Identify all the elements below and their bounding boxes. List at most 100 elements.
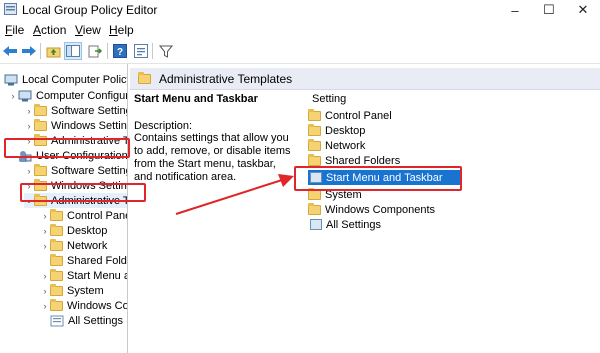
folder-icon: [34, 193, 47, 206]
chevron-right-icon[interactable]: ›: [24, 181, 34, 191]
menu-action[interactable]: Action: [33, 23, 66, 37]
settings-list-label: Control Panel: [325, 109, 392, 122]
tree-item[interactable]: ⌄ Administrative Te: [24, 193, 128, 208]
chevron-right-icon[interactable]: ›: [40, 241, 50, 251]
folder-icon: [308, 153, 321, 166]
tree-item[interactable]: › Computer Configura: [8, 88, 128, 103]
details-header-title: Administrative Templates: [159, 71, 293, 86]
close-button[interactable]: ✕: [566, 0, 600, 20]
settings-list-label: Start Menu and Taskbar: [326, 171, 443, 184]
tree-item[interactable]: Local Computer Policy: [4, 72, 127, 87]
setting-column-header[interactable]: Setting: [312, 93, 346, 105]
tree-item-label: Start Menu ar: [67, 269, 128, 282]
tree-item[interactable]: › Start Menu ar: [40, 268, 128, 283]
folder-icon: [34, 163, 47, 176]
folder-icon: [34, 178, 47, 191]
chevron-right-icon[interactable]: ›: [40, 271, 50, 281]
description-text: Contains settings that allow you to add,…: [134, 132, 291, 183]
tree-item[interactable]: › Software Settings: [24, 103, 127, 118]
tree-item-label: All Settings: [68, 314, 124, 327]
tree-item[interactable]: ⌄ User Configuration: [8, 148, 127, 163]
minimize-button[interactable]: –: [498, 0, 532, 20]
folder-icon: [50, 268, 63, 281]
chevron-right-icon[interactable]: ›: [24, 136, 34, 146]
tree-item[interactable]: › Desktop: [40, 223, 107, 238]
menu-file[interactable]: File: [5, 23, 24, 37]
tree-item[interactable]: › Software Settings: [24, 163, 127, 178]
settings-icon: [310, 219, 322, 230]
settings-list-item[interactable]: Control Panel: [308, 108, 392, 123]
folder-icon: [308, 138, 321, 151]
properties-icon[interactable]: [132, 42, 150, 60]
policy-icon: [310, 172, 322, 183]
tree-item[interactable]: › Windows Setting: [24, 118, 127, 133]
back-arrow-icon[interactable]: [1, 42, 19, 60]
settings-list-label: Network: [325, 139, 366, 152]
settings-icon: [50, 315, 64, 326]
chevron-right-icon[interactable]: ›: [40, 211, 50, 221]
folder-icon: [50, 223, 63, 236]
tree-item[interactable]: › System: [40, 283, 104, 298]
tree-item-label: Control Panel: [67, 209, 128, 222]
title-bar: Local Group Policy Editor – ☐ ✕: [0, 0, 600, 20]
settings-list-item[interactable]: System: [308, 187, 362, 202]
tree-item-label: Administrative Te: [51, 134, 128, 147]
folder-icon: [308, 123, 321, 136]
filter-icon[interactable]: [157, 42, 175, 60]
chevron-right-icon[interactable]: ›: [40, 286, 50, 296]
window-title: Local Group Policy Editor: [22, 3, 158, 17]
folder-icon: [50, 283, 63, 296]
tree-item[interactable]: › Windows Setting: [24, 178, 128, 193]
folder-icon: [138, 71, 151, 84]
tree-item[interactable]: Shared Folder: [40, 253, 127, 268]
tree-item-label: Computer Configura: [36, 89, 128, 102]
group-policy-app-icon: [4, 3, 17, 15]
description-title: Start Menu and Taskbar: [134, 93, 258, 105]
menu-view[interactable]: View: [75, 23, 101, 37]
chevron-right-icon[interactable]: ›: [8, 91, 18, 101]
chevron-right-icon[interactable]: ›: [40, 301, 50, 311]
tree-item-label: Windows Cor: [67, 299, 128, 312]
settings-list-item[interactable]: Start Menu and Taskbar: [308, 170, 460, 185]
settings-list-item[interactable]: Shared Folders: [308, 153, 400, 168]
forward-arrow-icon[interactable]: [20, 42, 38, 60]
tree-item[interactable]: All Settings: [40, 313, 123, 328]
chevron-down-icon[interactable]: ⌄: [8, 150, 18, 161]
chevron-right-icon[interactable]: ›: [24, 166, 34, 176]
tree-item-label: Windows Setting: [51, 179, 128, 192]
menu-help[interactable]: Help: [109, 23, 134, 37]
folder-icon: [308, 187, 321, 200]
details-header: Administrative Templates: [130, 68, 600, 90]
tree-item[interactable]: › Network: [40, 238, 107, 253]
settings-list-item[interactable]: All Settings: [308, 217, 381, 232]
tree-item[interactable]: › Control Panel: [40, 208, 128, 223]
settings-list-item[interactable]: Windows Components: [308, 202, 435, 217]
settings-list-item[interactable]: Desktop: [308, 123, 365, 138]
tree-item-label: Software Settings: [51, 104, 127, 117]
show-hide-tree-icon[interactable]: [64, 42, 82, 60]
export-list-icon[interactable]: [86, 42, 104, 60]
tree-item-label: Software Settings: [51, 164, 127, 177]
tree-item[interactable]: › Windows Cor: [40, 298, 128, 313]
folder-icon: [308, 108, 321, 121]
settings-list-item[interactable]: Network: [308, 138, 365, 153]
tree-item-label: System: [67, 284, 104, 297]
tree-item[interactable]: › Administrative Te: [24, 133, 128, 148]
maximize-button[interactable]: ☐: [532, 0, 566, 20]
chevron-right-icon[interactable]: ›: [24, 121, 34, 131]
settings-list-label: Windows Components: [325, 203, 436, 216]
tree-item-label: Shared Folder: [67, 254, 127, 267]
folder-icon: [50, 238, 63, 251]
settings-list-label: All Settings: [326, 218, 382, 231]
description-label: Description:: [134, 120, 193, 132]
user-icon: [19, 150, 32, 162]
help-icon[interactable]: ?: [111, 42, 129, 60]
chevron-down-icon[interactable]: ⌄: [24, 195, 34, 206]
chevron-right-icon[interactable]: ›: [40, 226, 50, 236]
tree-item-label: Administrative Te: [51, 194, 128, 207]
tree-item-label: Network: [67, 239, 108, 252]
folder-icon: [50, 208, 63, 221]
chevron-right-icon[interactable]: ›: [24, 106, 34, 116]
up-folder-icon[interactable]: [44, 42, 62, 60]
local-policy-icon: [4, 74, 18, 85]
